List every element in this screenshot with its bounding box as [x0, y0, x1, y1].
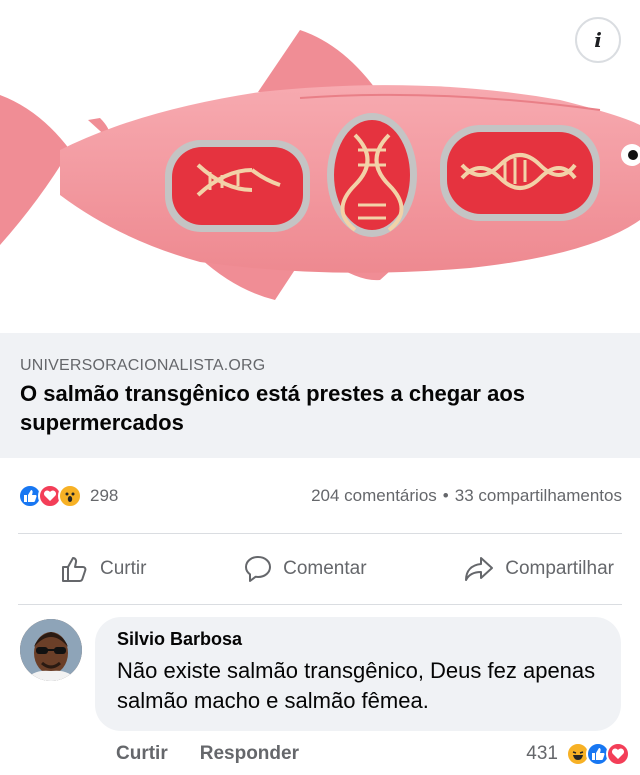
- comment-button[interactable]: Comentar: [243, 554, 367, 584]
- reaction-icons[interactable]: 298: [18, 484, 118, 508]
- comment-label: Comentar: [283, 558, 367, 579]
- share-label: Compartilhar: [505, 558, 614, 579]
- comment-reactions[interactable]: 431: [526, 742, 630, 766]
- wow-reaction-icon: [58, 484, 82, 508]
- info-icon[interactable]: i: [575, 17, 621, 63]
- link-preview[interactable]: UNIVERSORACIONALISTA.ORG O salmão transg…: [0, 333, 640, 458]
- comment-reaction-count: 431: [526, 743, 558, 764]
- engagement-counts: 204 comentários • 33 compartilhamentos: [311, 486, 622, 506]
- comment-bubble: Silvio Barbosa Não existe salmão transgê…: [95, 617, 621, 731]
- comment-icon: [245, 556, 272, 582]
- thumbs-up-icon: [62, 557, 87, 582]
- fish-dna-illustration: [0, 30, 640, 300]
- like-button[interactable]: Curtir: [60, 554, 146, 584]
- divider: [18, 604, 622, 605]
- separator: •: [442, 486, 449, 505]
- reaction-count[interactable]: 298: [90, 486, 118, 506]
- comment-like-button[interactable]: Curtir: [116, 743, 168, 765]
- comments-count[interactable]: 204 comentários: [311, 486, 437, 506]
- share-icon: [465, 557, 494, 581]
- link-domain: UNIVERSORACIONALISTA.ORG: [20, 357, 266, 374]
- post-stats: 298 204 comentários • 33 compartilhament…: [18, 480, 622, 512]
- comment-text: Não existe salmão transgênico, Deus fez …: [117, 658, 596, 713]
- link-headline[interactable]: O salmão transgênico está prestes a cheg…: [20, 379, 610, 437]
- post-image[interactable]: i: [0, 0, 640, 333]
- comment-author[interactable]: Silvio Barbosa: [117, 629, 599, 650]
- post-actions: Curtir Comentar Compartilhar: [18, 534, 622, 604]
- love-reaction-icon: [606, 742, 630, 766]
- user-photo: [20, 619, 82, 681]
- comment-actions: Curtir Responder 431: [116, 740, 630, 768]
- share-button[interactable]: Compartilhar: [463, 554, 614, 584]
- shares-count[interactable]: 33 compartilhamentos: [455, 486, 622, 506]
- comment-reply-button[interactable]: Responder: [200, 743, 299, 765]
- like-label: Curtir: [100, 558, 147, 579]
- avatar[interactable]: [20, 619, 82, 681]
